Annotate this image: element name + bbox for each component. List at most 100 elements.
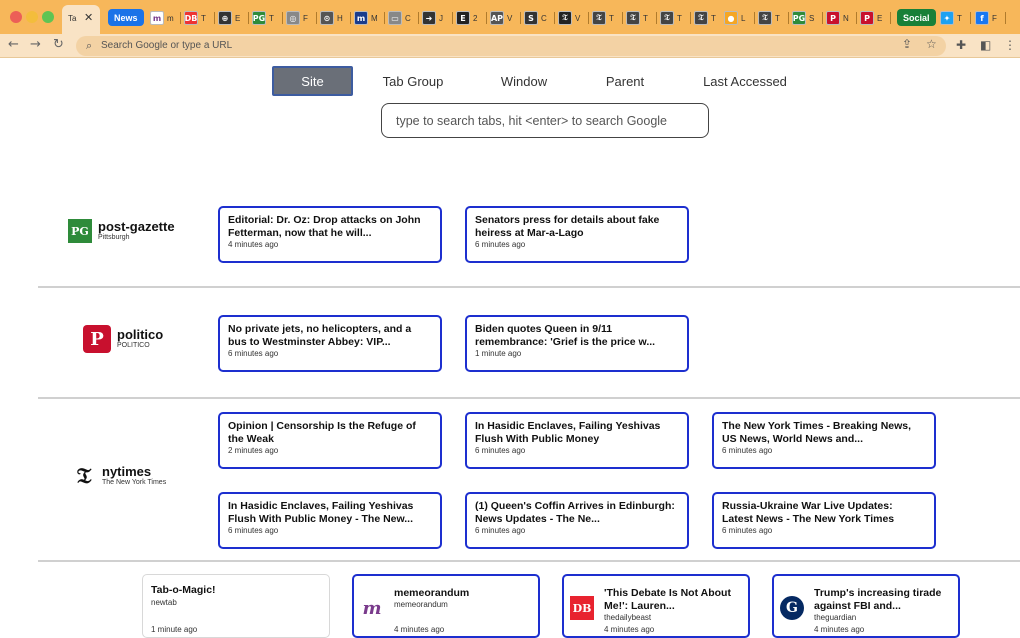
tab-window[interactable]: Window: [488, 66, 560, 96]
tab-card[interactable]: Biden quotes Queen in 9/11 remembrance: …: [465, 315, 689, 372]
browser-tab[interactable]: 𝔗T: [626, 7, 648, 29]
browser-tab[interactable]: 𝔗T: [592, 7, 614, 29]
browser-tab[interactable]: 𝔗T: [758, 7, 780, 29]
tab-card-time: 4 minutes ago: [814, 625, 865, 634]
maximize-window-button[interactable]: [42, 11, 54, 23]
tab-parent[interactable]: Parent: [594, 66, 656, 96]
tab-card-title: In Hasidic Enclaves, Failing Yeshivas Fl…: [475, 420, 661, 445]
tab-card-title: No private jets, no helicopters, and a b…: [228, 323, 412, 348]
tab-card[interactable]: Russia-Ukraine War Live Updates: Latest …: [712, 492, 936, 549]
tab-card-newtab[interactable]: Tab-o-Magic! newtab 1 minute ago: [142, 574, 330, 638]
tab-group-social-label: Social: [903, 12, 930, 23]
tab-card[interactable]: The New York Times - Breaking News, US N…: [712, 412, 936, 469]
daily-beast-icon: DB: [570, 596, 594, 620]
minimize-window-button[interactable]: [26, 11, 38, 23]
browser-tab[interactable]: ✦ T: [940, 7, 962, 29]
tab-separator: [282, 12, 283, 24]
bookmark-star-icon[interactable]: ☆: [926, 37, 937, 51]
memeorandum-icon: m: [362, 597, 382, 619]
browser-tab-label: m: [167, 13, 174, 23]
search-tabs-input[interactable]: [381, 103, 709, 138]
browser-tab[interactable]: ◎ F: [286, 7, 308, 29]
browser-tab-strip: Ta ✕ News m m DB T ⊕ E PG T ◎ F ⊙ Hm M ▭ C ➜ J E 2 AP V S C 𝔗 V 𝔗…: [0, 0, 1020, 34]
tab-group-news[interactable]: News: [108, 9, 144, 26]
favicon-icon: P: [860, 11, 874, 25]
browser-tab[interactable]: mm: [150, 7, 174, 29]
browser-tab[interactable]: E2: [456, 7, 477, 29]
tab-card[interactable]: In Hasidic Enclaves, Failing Yeshivas Fl…: [465, 412, 689, 469]
browser-tab[interactable]: SC: [524, 7, 547, 29]
browser-tab[interactable]: fF: [975, 7, 997, 29]
browser-tab[interactable]: DB T: [184, 7, 206, 29]
menu-kebab-icon[interactable]: ⋮: [1004, 38, 1016, 52]
browser-tab[interactable]: ⊙ H: [320, 7, 343, 29]
back-arrow-icon[interactable]: ←: [8, 37, 19, 52]
tab-card-time: 1 minute ago: [475, 349, 522, 358]
group-divider: [38, 397, 1020, 399]
favicon-icon: ⊙: [320, 11, 334, 25]
favicon-icon: PG: [792, 11, 806, 25]
address-bar[interactable]: ⌕ Search Google or type a URL ⇪ ☆: [76, 36, 946, 56]
browser-tab[interactable]: PN: [826, 7, 849, 29]
tab-separator: [384, 12, 385, 24]
favicon-icon: P: [826, 11, 840, 25]
browser-tab-label: L: [741, 13, 746, 23]
tab-card[interactable]: Senators press for details about fake he…: [465, 206, 689, 263]
tab-separator: [418, 12, 419, 24]
tab-card-title: Russia-Ukraine War Live Updates: Latest …: [722, 500, 895, 525]
tab-group-social[interactable]: Social: [897, 9, 936, 26]
favicon-icon: 𝔗: [660, 11, 674, 25]
browser-tab[interactable]: ⊕ E: [218, 7, 240, 29]
reload-icon[interactable]: ↻: [53, 37, 64, 52]
browser-tab[interactable]: 𝔗T: [660, 7, 682, 29]
side-panel-icon[interactable]: ◧: [980, 38, 991, 52]
tab-card[interactable]: (1) Queen's Coffin Arrives in Edinburgh:…: [465, 492, 689, 549]
browser-tab[interactable]: ➜ J: [422, 7, 443, 29]
browser-tab[interactable]: 𝔗T: [694, 7, 716, 29]
browser-tab-label: N: [843, 13, 849, 23]
tab-card-title: Editorial: Dr. Oz: Drop attacks on John …: [228, 214, 421, 239]
tab-card[interactable]: Opinion | Censorship Is the Refuge of th…: [218, 412, 442, 469]
tab-card[interactable]: DB 'This Debate Is Not About Me!': Laure…: [562, 574, 750, 638]
browser-tab-label: C: [405, 13, 411, 23]
tab-card-time: 6 minutes ago: [475, 240, 526, 249]
favicon-icon: 𝔗: [626, 11, 640, 25]
tab-tab-group-label: Tab Group: [382, 73, 444, 89]
tab-site[interactable]: Site: [272, 66, 353, 96]
favicon-icon: ✦: [940, 11, 954, 25]
tab-last-accessed[interactable]: Last Accessed: [694, 66, 796, 96]
tab-card[interactable]: No private jets, no helicopters, and a b…: [218, 315, 442, 372]
forward-arrow-icon[interactable]: →: [30, 37, 41, 52]
tab-card[interactable]: In Hasidic Enclaves, Failing Yeshivas Fl…: [218, 492, 442, 549]
browser-tab-label: C: [541, 13, 547, 23]
tab-card[interactable]: m memeorandum memeorandum 4 minutes ago: [352, 574, 540, 638]
favicon-icon: DB: [184, 11, 198, 25]
favicon-icon: m: [354, 11, 368, 25]
tab-separator: [856, 12, 857, 24]
active-browser-tab[interactable]: Ta ✕: [62, 5, 100, 34]
tab-card[interactable]: G Trump's increasing tirade against FBI …: [772, 574, 960, 638]
browser-tab[interactable]: PG S: [792, 7, 814, 29]
browser-tab[interactable]: PE: [860, 7, 882, 29]
tab-card[interactable]: Editorial: Dr. Oz: Drop attacks on John …: [218, 206, 442, 263]
browser-tab[interactable]: mM: [354, 7, 378, 29]
tab-separator: [248, 12, 249, 24]
share-icon[interactable]: ⇪: [902, 37, 912, 51]
tab-card-title: (1) Queen's Coffin Arrives in Edinburgh:…: [475, 500, 675, 525]
browser-tab-label: S: [809, 13, 815, 23]
tab-separator: [690, 12, 691, 24]
close-window-button[interactable]: [10, 11, 22, 23]
site-subtitle: The New York Times: [102, 479, 167, 486]
browser-tab[interactable]: ▭ C: [388, 7, 411, 29]
browser-tab[interactable]: ● L: [724, 7, 745, 29]
tab-card-time: 6 minutes ago: [228, 349, 279, 358]
browser-tab[interactable]: 𝔗V: [558, 7, 580, 29]
close-tab-icon[interactable]: ✕: [84, 11, 93, 24]
browser-tab[interactable]: AP V: [490, 7, 512, 29]
tab-separator: [214, 12, 215, 24]
favicon-icon: ●: [724, 11, 738, 25]
extensions-puzzle-icon[interactable]: ✚: [956, 38, 966, 52]
favicon-icon: AP: [490, 11, 504, 25]
tab-tab-group[interactable]: Tab Group: [372, 66, 454, 96]
browser-tab[interactable]: PG T: [252, 7, 274, 29]
